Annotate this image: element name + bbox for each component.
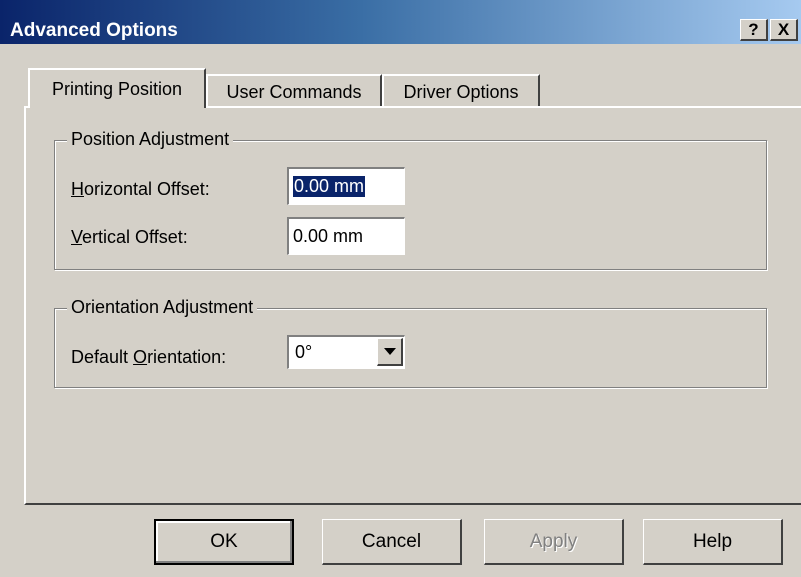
horizontal-offset-label: Horizontal Offset: (71, 179, 210, 199)
advanced-options-dialog: Advanced Options ? X Printing Position U… (0, 0, 801, 577)
tab-driver-options[interactable]: Driver Options (382, 74, 540, 108)
vertical-offset-label: Vertical Offset: (71, 227, 188, 247)
apply-button[interactable]: Apply (484, 519, 624, 565)
chevron-down-icon (383, 348, 396, 355)
help-button[interactable]: Help (643, 519, 783, 565)
tab-label: Printing Position (51, 78, 183, 99)
close-icon[interactable]: X (770, 19, 798, 41)
ok-button[interactable]: OK (154, 519, 294, 565)
vertical-offset-value: 0.00 mm (293, 226, 364, 246)
tab-printing-position[interactable]: Printing Position (28, 68, 206, 108)
tab-panel-printing-position: Position Adjustment Horizontal Offset: 0… (24, 106, 801, 505)
tab-label: Driver Options (403, 81, 519, 102)
tab-user-commands[interactable]: User Commands (206, 74, 382, 108)
title-bar[interactable]: Advanced Options ? X (0, 0, 801, 44)
position-adjustment-group: Position Adjustment Horizontal Offset: 0… (54, 129, 767, 270)
window-title: Advanced Options (10, 20, 178, 41)
default-orientation-label: Default Orientation: (71, 347, 227, 367)
horizontal-offset-value: 0.00 mm (293, 176, 366, 197)
default-orientation-select[interactable]: 0° (287, 335, 405, 369)
horizontal-offset-field[interactable]: 0.00 mm (287, 167, 405, 205)
vertical-offset-field[interactable]: 0.00 mm (287, 217, 405, 255)
cancel-button[interactable]: Cancel (322, 519, 462, 565)
tab-label: User Commands (226, 81, 362, 102)
help-icon[interactable]: ? (740, 19, 768, 41)
orientation-adjustment-group: Orientation Adjustment Default Orientati… (54, 297, 767, 388)
default-orientation-value: 0° (295, 342, 313, 362)
dropdown-button[interactable] (377, 338, 403, 366)
group-title: Orientation Adjustment (67, 297, 258, 318)
group-title: Position Adjustment (67, 129, 234, 150)
